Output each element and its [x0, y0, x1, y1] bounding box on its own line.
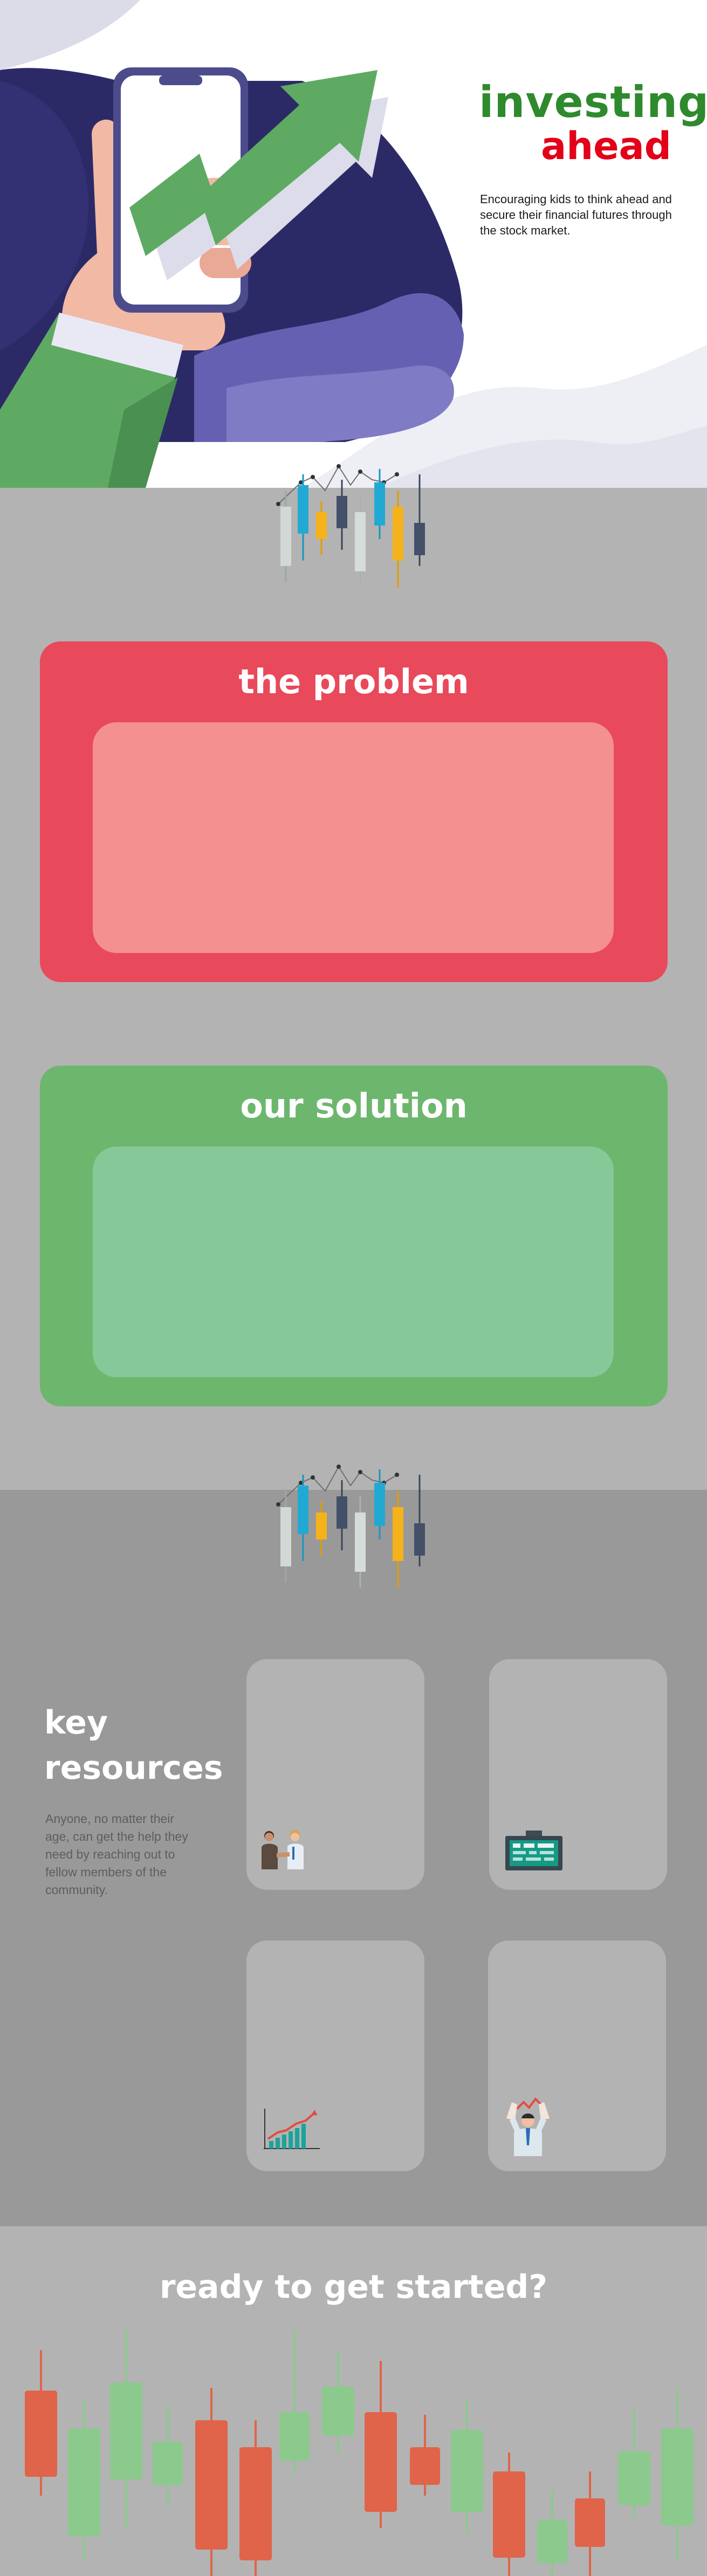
up-candle	[322, 2350, 354, 2453]
solution-title: our solution	[240, 1086, 468, 1125]
hero-title-line1: investing	[479, 77, 707, 127]
resource-tile-2[interactable]	[489, 1659, 667, 1890]
hero-section: investing ahead Encouraging kids to thin…	[0, 0, 707, 488]
resource-tile-3[interactable]	[246, 1940, 424, 2171]
candlestick-chart-icon	[276, 464, 425, 588]
resources-title-line1: key	[44, 1704, 108, 1742]
resources-title: key resources	[44, 1700, 223, 1791]
handshake-icon	[262, 1830, 304, 1869]
resources-text: Anyone, no matter their age, can get the…	[45, 1812, 188, 1897]
problem-card: the problem	[40, 641, 668, 982]
up-candle	[279, 2329, 310, 2474]
celebrating-trader-icon	[506, 2097, 550, 2156]
down-candle	[493, 2453, 525, 2576]
down-candle	[195, 2388, 228, 2576]
up-candle	[618, 2409, 650, 2517]
down-candle	[239, 2420, 272, 2576]
resource-tile-4[interactable]	[488, 1940, 666, 2171]
problem-content-box	[93, 722, 614, 953]
cta-title: ready to get started?	[159, 2268, 548, 2306]
up-candle	[451, 2399, 483, 2533]
down-candle	[25, 2350, 57, 2496]
up-candle	[661, 2388, 694, 2560]
key-resources-section: key resources Anyone, no matter their ag…	[0, 1490, 707, 2226]
trading-monitor-icon	[505, 1831, 562, 1870]
up-candle	[110, 2329, 142, 2528]
hero-subtitle: Encouraging kids to think ahead and secu…	[480, 192, 672, 237]
up-candle	[537, 2490, 567, 2576]
resources-title-line2: resources	[44, 1749, 223, 1787]
problem-title: the problem	[238, 662, 469, 701]
resource-tile-1[interactable]	[246, 1659, 424, 1890]
hero-title-line2: ahead	[541, 124, 671, 168]
cta-section: ready to get started?	[0, 2226, 707, 2576]
down-candle	[410, 2415, 440, 2496]
solution-card: our solution	[40, 1066, 668, 1406]
down-candle	[575, 2471, 605, 2576]
candlestick-chart-icon	[276, 1465, 425, 1588]
up-candle	[68, 2399, 100, 2560]
up-candle	[153, 2404, 183, 2506]
growth-chart-icon	[264, 2109, 320, 2149]
hero-title: investing ahead	[479, 77, 707, 168]
hero-illustration	[0, 0, 707, 488]
down-candle	[365, 2361, 397, 2528]
solution-content-box	[93, 1147, 614, 1377]
